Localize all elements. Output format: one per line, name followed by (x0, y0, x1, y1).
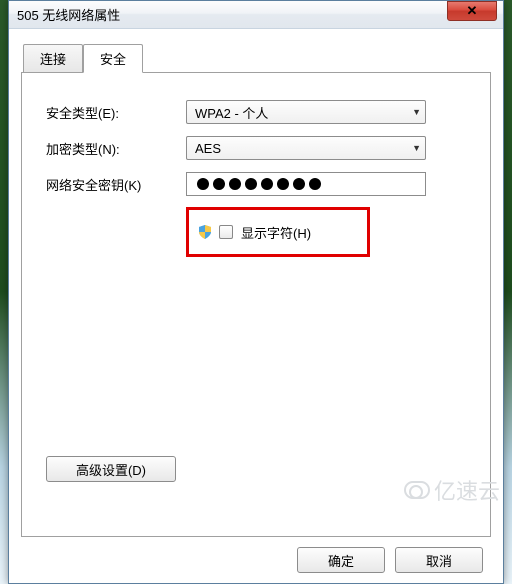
security-type-label: 安全类型(E): (46, 103, 186, 122)
encryption-type-value: AES (195, 141, 221, 156)
dialog-button-row: 确定 取消 (21, 537, 491, 583)
encryption-type-label: 加密类型(N): (46, 139, 186, 158)
highlight-annotation: 显示字符(H) (186, 207, 370, 257)
security-type-value: WPA2 - 个人 (195, 103, 268, 122)
shield-icon (197, 224, 213, 240)
watermark-text: 亿速云 (434, 474, 500, 506)
password-mask (197, 178, 321, 190)
close-button[interactable]: ✕ (447, 1, 497, 21)
window-title: 505 无线网络属性 (17, 5, 120, 24)
network-key-label: 网络安全密钥(K) (46, 175, 186, 194)
show-characters-label: 显示字符(H) (241, 223, 311, 242)
advanced-settings-button[interactable]: 高级设置(D) (46, 456, 176, 482)
tab-panel-security: 安全类型(E): WPA2 - 个人 ▼ 加密类型(N): AES ▼ 网络安全… (21, 72, 491, 537)
titlebar[interactable]: 505 无线网络属性 ✕ (9, 1, 503, 29)
tabstrip: 连接 安全 (23, 44, 491, 73)
chevron-down-icon: ▼ (412, 107, 421, 117)
encryption-type-combobox[interactable]: AES ▼ (186, 136, 426, 160)
cancel-button[interactable]: 取消 (395, 547, 483, 573)
show-characters-checkbox[interactable] (219, 225, 233, 239)
close-icon: ✕ (467, 3, 478, 19)
watermark: 亿速云 (404, 474, 500, 506)
chevron-down-icon: ▼ (412, 143, 421, 153)
network-key-input[interactable] (186, 172, 426, 196)
ok-button[interactable]: 确定 (297, 547, 385, 573)
tab-connection[interactable]: 连接 (23, 44, 83, 73)
tab-security[interactable]: 安全 (83, 44, 143, 73)
security-type-combobox[interactable]: WPA2 - 个人 ▼ (186, 100, 426, 124)
watermark-icon (404, 481, 430, 499)
